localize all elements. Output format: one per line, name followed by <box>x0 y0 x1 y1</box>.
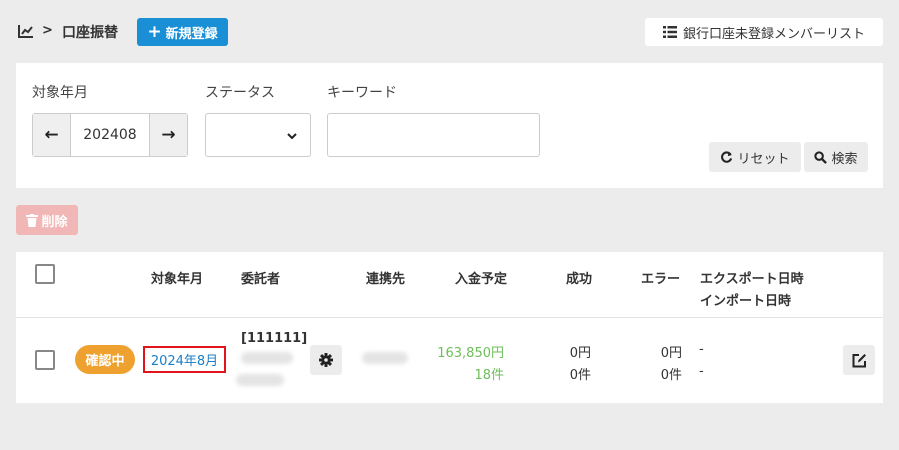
target-month-value[interactable]: 202408 <box>71 114 149 156</box>
next-month-button[interactable]: → <box>149 114 187 156</box>
status-badge: 確認中 <box>75 345 135 374</box>
reset-label: リセット <box>737 151 790 167</box>
page-title: 口座振替 <box>62 25 118 41</box>
arrow-right-icon: → <box>161 125 176 145</box>
prev-month-button[interactable]: ← <box>33 114 71 156</box>
arrow-left-icon: ← <box>44 125 59 145</box>
column-header-export-date: エクスポート日時 <box>700 272 804 287</box>
refresh-icon <box>721 150 733 163</box>
column-header-target-month: 対象年月 <box>151 272 204 287</box>
consignor-sub-redacted <box>236 374 284 386</box>
column-header-success: 成功 <box>566 272 593 287</box>
export-date: - <box>699 342 704 357</box>
row-checkbox[interactable] <box>35 350 55 370</box>
column-header-error: エラー <box>641 272 681 287</box>
error-amount: 0円 <box>660 346 682 361</box>
status-label: ステータス <box>205 85 275 101</box>
import-date: - <box>699 364 704 379</box>
search-icon <box>814 150 828 164</box>
select-all-checkbox[interactable] <box>35 264 55 284</box>
target-month-label: 対象年月 <box>32 85 88 101</box>
trash-icon <box>26 213 39 227</box>
new-registration-button[interactable]: + 新規登録 <box>137 18 228 46</box>
search-label: 検索 <box>831 151 858 167</box>
consignor-id: [111111] <box>241 331 308 346</box>
keyword-label: キーワード <box>327 85 397 101</box>
success-amount: 0円 <box>569 346 591 361</box>
unregistered-bank-member-list-button[interactable]: 銀行口座未登録メンバーリスト <box>645 18 883 46</box>
keyword-input[interactable] <box>327 113 540 157</box>
list-icon <box>662 26 677 38</box>
breadcrumb-separator: > <box>42 23 53 38</box>
search-button[interactable]: 検索 <box>804 142 868 172</box>
planned-count: 18件 <box>474 368 504 383</box>
consignor-settings-button[interactable] <box>310 345 342 375</box>
new-registration-label: 新規登録 <box>165 26 218 42</box>
planned-amount: 163,850円 <box>437 346 504 361</box>
column-header-consignor: 委託者 <box>241 272 281 287</box>
column-header-planned-deposit: 入金予定 <box>455 272 508 287</box>
consignor-name-redacted <box>241 352 293 364</box>
delete-button[interactable]: 削除 <box>16 205 78 235</box>
column-header-import-date: インポート日時 <box>700 294 792 309</box>
table-header-divider <box>16 317 883 318</box>
success-count: 0件 <box>569 368 591 383</box>
target-month-link[interactable]: 2024年8月 <box>143 346 226 373</box>
chevron-down-icon <box>287 133 297 140</box>
status-select[interactable] <box>205 113 311 157</box>
delete-label: 削除 <box>41 214 68 230</box>
error-count: 0件 <box>660 368 682 383</box>
plus-icon: + <box>147 21 162 42</box>
reset-button[interactable]: リセット <box>709 142 801 172</box>
partner-name-redacted <box>362 352 408 364</box>
gear-icon <box>319 353 333 367</box>
chart-line-icon <box>18 25 33 38</box>
bank-list-label: 銀行口座未登録メンバーリスト <box>682 26 865 42</box>
edit-icon <box>852 353 866 367</box>
target-month-stepper: ← 202408 → <box>32 113 188 157</box>
column-header-partner: 連携先 <box>366 272 406 287</box>
edit-button[interactable] <box>843 345 875 375</box>
